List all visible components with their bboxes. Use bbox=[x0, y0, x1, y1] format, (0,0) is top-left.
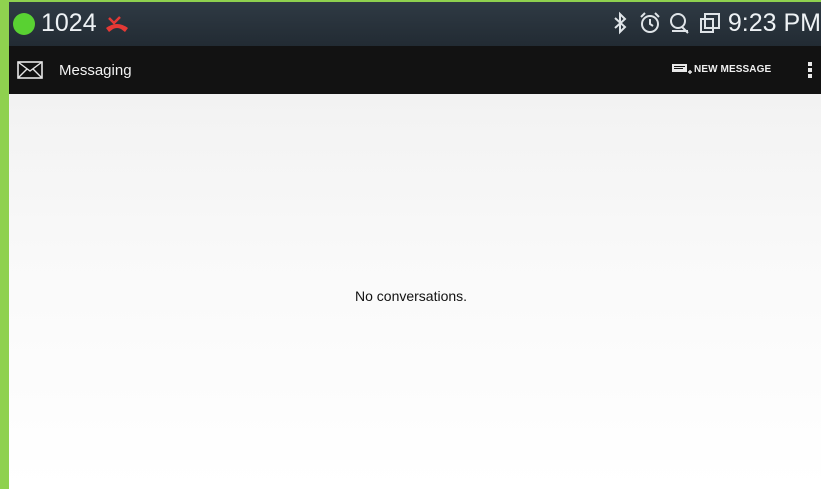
screen-icon bbox=[699, 13, 720, 33]
app-frame: 1024 9:23 PM Messaging NEW MESSAGE No co… bbox=[0, 0, 821, 489]
bluetooth-icon bbox=[614, 11, 627, 35]
messaging-envelope-icon[interactable] bbox=[17, 61, 43, 79]
new-message-button[interactable]: NEW MESSAGE bbox=[672, 63, 771, 75]
status-bar: 1024 9:23 PM bbox=[9, 2, 821, 46]
overflow-dot bbox=[808, 74, 812, 78]
overflow-dot bbox=[808, 68, 812, 72]
compose-icon bbox=[672, 64, 692, 74]
sync-icon bbox=[669, 13, 689, 34]
alarm-icon bbox=[640, 12, 660, 33]
missed-call-icon bbox=[105, 15, 128, 32]
conversation-list: No conversations. bbox=[9, 94, 821, 489]
overflow-menu-icon[interactable] bbox=[808, 62, 812, 78]
green-dot-icon bbox=[13, 12, 35, 35]
notification-count: 1024 bbox=[41, 9, 97, 37]
app-title: Messaging bbox=[59, 62, 132, 79]
status-time: 9:23 PM bbox=[727, 9, 821, 37]
overflow-dot bbox=[808, 62, 812, 66]
status-right: 9:23 PM bbox=[608, 10, 821, 36]
status-left: 1024 bbox=[13, 11, 131, 36]
new-message-label: NEW MESSAGE bbox=[694, 63, 772, 75]
empty-state-message: No conversations. bbox=[355, 288, 468, 304]
action-bar: Messaging NEW MESSAGE bbox=[9, 46, 821, 94]
